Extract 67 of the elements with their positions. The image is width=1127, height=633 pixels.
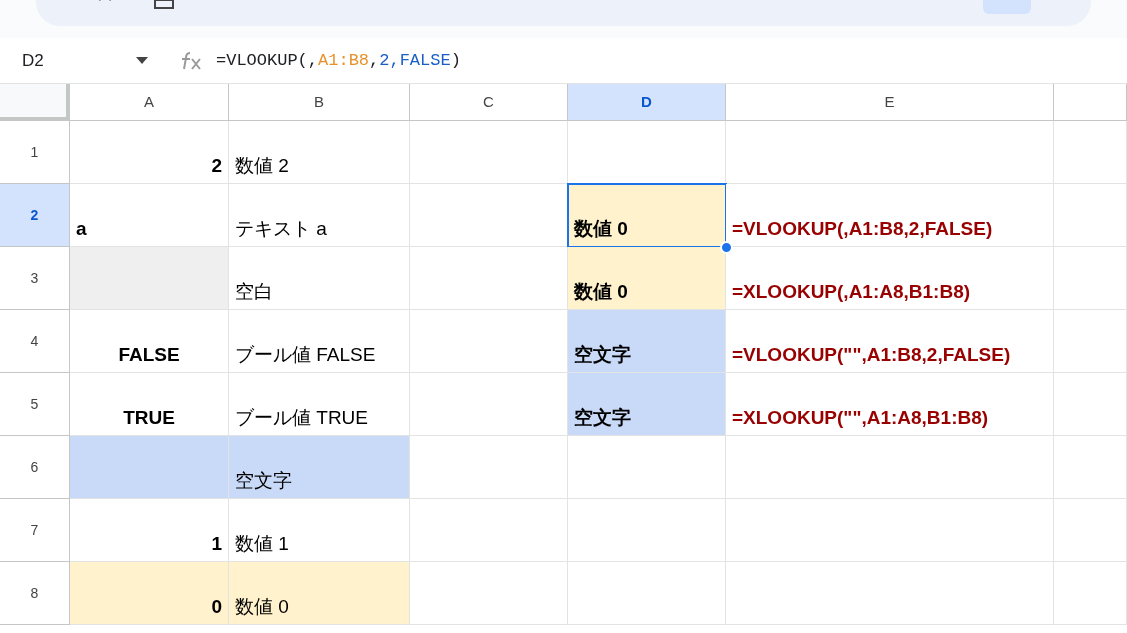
table-cell[interactable]: a (70, 184, 229, 247)
cell-text: ブール値 FALSE (235, 343, 376, 367)
row-header[interactable]: 6 (0, 436, 70, 499)
cell-text: =XLOOKUP("",A1:A8,B1:B8) (732, 406, 989, 430)
cell-text: 2 (211, 154, 222, 178)
table-cell[interactable]: =XLOOKUP("",A1:A8,B1:B8) (726, 373, 1054, 436)
table-cell[interactable]: TRUE (70, 373, 229, 436)
table-cell[interactable]: 数値 0 (568, 184, 726, 247)
select-all-corner[interactable] (0, 84, 70, 121)
function-icon (180, 50, 204, 71)
cell-text: TRUE (123, 406, 175, 430)
table-cell[interactable]: 数値 1 (229, 499, 410, 562)
print-icon[interactable] (154, 0, 174, 10)
name-box[interactable]: D2 (0, 47, 160, 74)
table-cell[interactable]: 空白 (229, 247, 410, 310)
cell-text: =XLOOKUP(,A1:A8,B1:B8) (732, 280, 971, 304)
cell-text: 数値 0 (574, 280, 628, 304)
table-cell[interactable]: 空文字 (568, 310, 726, 373)
cell-text: 数値 0 (574, 217, 628, 241)
table-cell[interactable]: =XLOOKUP(,A1:A8,B1:B8) (726, 247, 1054, 310)
cell-text: 0 (211, 595, 222, 619)
row-header[interactable]: 5 (0, 373, 70, 436)
table-cell[interactable]: 空文字 (229, 436, 410, 499)
cell-text: 空文字 (235, 469, 292, 493)
table-cell[interactable]: ブール値 FALSE (229, 310, 410, 373)
cell-text: テキスト a (235, 217, 327, 241)
cell-reference: D2 (22, 49, 44, 72)
bold-button[interactable] (983, 0, 1031, 14)
table-cell[interactable]: 1 (70, 499, 229, 562)
table-cell[interactable]: 数値 2 (229, 121, 410, 184)
table-cell[interactable]: =VLOOKUP("",A1:B8,2,FALSE) (726, 310, 1054, 373)
table-cell[interactable]: 2 (70, 121, 229, 184)
column-header[interactable]: D (568, 84, 726, 121)
cell-text: =VLOOKUP("",A1:B8,2,FALSE) (732, 343, 1011, 367)
filled-cell[interactable] (70, 436, 229, 499)
cell-text: 空白 (235, 280, 273, 304)
column-header[interactable]: C (410, 84, 568, 121)
column-header[interactable]: A (70, 84, 229, 121)
row-header[interactable]: 2 (0, 184, 70, 247)
cell-text: 数値 2 (235, 154, 289, 178)
row-header[interactable]: 3 (0, 247, 70, 310)
table-cell[interactable]: 0 (70, 562, 229, 625)
table-cell[interactable]: 数値 0 (568, 247, 726, 310)
table-cell[interactable]: 空文字 (568, 373, 726, 436)
row-header[interactable]: 7 (0, 499, 70, 562)
cell-text: ブール値 TRUE (235, 406, 368, 430)
cell-text: 数値 1 (235, 532, 289, 556)
cell-text: 空文字 (574, 343, 631, 367)
column-header[interactable]: E (726, 84, 1054, 121)
column-header[interactable] (1054, 84, 1127, 121)
cell-text: 数値 0 (235, 595, 289, 619)
row-header[interactable]: 8 (0, 562, 70, 625)
column-header[interactable]: B (229, 84, 410, 121)
table-cell[interactable]: テキスト a (229, 184, 410, 247)
cell-text: =VLOOKUP(,A1:B8,2,FALSE) (732, 217, 993, 241)
row-header[interactable]: 4 (0, 310, 70, 373)
dropdown-caret-icon[interactable] (136, 57, 148, 64)
cell-text: 1 (211, 532, 222, 556)
formula-field[interactable]: =VLOOKUP(,A1:B8,2,FALSE) (216, 47, 461, 74)
row-header[interactable]: 1 (0, 121, 70, 184)
cell-text: a (76, 217, 87, 241)
filled-cell[interactable] (70, 247, 229, 310)
table-cell[interactable]: FALSE (70, 310, 229, 373)
cell-text: FALSE (118, 343, 180, 367)
cell-text: 空文字 (574, 406, 631, 430)
table-cell[interactable]: 数値 0 (229, 562, 410, 625)
table-cell[interactable]: ブール値 TRUE (229, 373, 410, 436)
